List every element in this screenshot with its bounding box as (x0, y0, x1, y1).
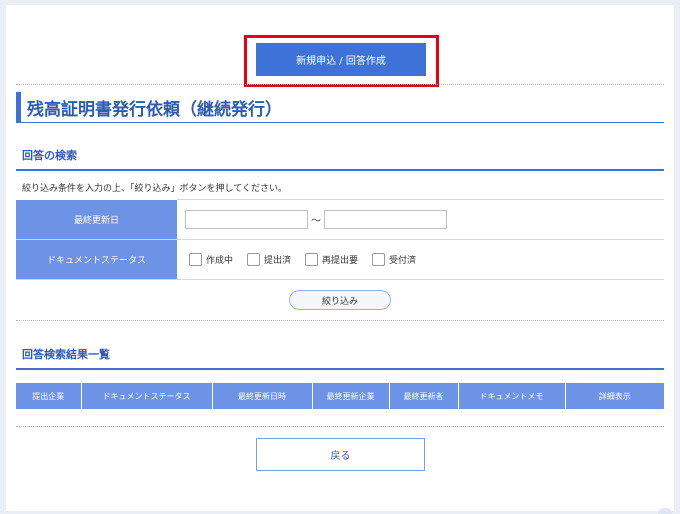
search-section-title: 回答の検索 (16, 147, 664, 171)
divider (16, 320, 664, 321)
column-header[interactable]: ドキュメントステータス (80, 383, 212, 409)
results-section-title: 回答検索結果一覧 (16, 346, 664, 370)
status-option-label: 再提出要 (322, 256, 359, 266)
page-title: 残高証明書発行依頼（継続発行） (16, 92, 664, 123)
column-header[interactable]: 提出企業 (16, 383, 81, 409)
divider (16, 84, 664, 85)
back-button[interactable]: 戻る (256, 438, 425, 471)
status-option-resubmit[interactable]: 再提出要 (305, 253, 358, 266)
search-instruction: 絞り込み条件を入力の上、「絞り込み」ボタンを押してください。 (22, 184, 287, 194)
status-option-label: 作成中 (206, 256, 234, 266)
date-to-input[interactable] (324, 210, 447, 229)
status-option-drafting[interactable]: 作成中 (189, 253, 233, 266)
filter-button[interactable]: 絞り込み (289, 290, 391, 310)
checkbox-accepted[interactable] (372, 253, 386, 266)
column-header[interactable]: 最終更新者 (388, 383, 458, 409)
column-header[interactable]: 最終更新日時 (211, 383, 312, 409)
status-option-accepted[interactable]: 受付済 (372, 253, 416, 266)
status-option-submitted[interactable]: 提出済 (247, 253, 291, 266)
checkbox-submitted[interactable] (247, 253, 261, 266)
last-updated-label: 最終更新日 (16, 199, 177, 240)
column-header[interactable]: 詳細表示 (564, 383, 664, 409)
status-cell: 作成中 提出済 再提出要 受付済 (177, 239, 664, 280)
date-range: ～ (185, 210, 664, 229)
form-row-last-updated: 最終更新日 ～ (16, 199, 664, 240)
search-form: 最終更新日 ～ ドキュメントステータス 作成中 提出済 再提出要 受付済 (16, 199, 664, 280)
page-top-tab[interactable] (658, 508, 672, 514)
column-header[interactable]: 最終更新企業 (311, 383, 389, 409)
status-option-label: 提出済 (264, 256, 292, 266)
status-option-label: 受付済 (389, 256, 417, 266)
status-checkboxes: 作成中 提出済 再提出要 受付済 (185, 253, 664, 266)
results-table: 提出企業 ドキュメントステータス 最終更新日時 最終更新企業 最終更新者 ドキュ… (16, 383, 664, 409)
results-header-row: 提出企業 ドキュメントステータス 最終更新日時 最終更新企業 最終更新者 ドキュ… (16, 383, 664, 409)
column-header[interactable]: ドキュメントメモ (457, 383, 565, 409)
last-updated-cell: ～ (177, 199, 664, 240)
status-label: ドキュメントステータス (16, 239, 177, 280)
checkbox-resubmit[interactable] (305, 253, 319, 266)
range-separator: ～ (311, 216, 321, 227)
date-from-input[interactable] (185, 210, 308, 229)
checkbox-drafting[interactable] (189, 253, 202, 266)
form-row-status: ドキュメントステータス 作成中 提出済 再提出要 受付済 (16, 239, 664, 280)
new-request-button[interactable]: 新規申込 / 回答作成 (256, 43, 426, 76)
divider (16, 426, 664, 427)
